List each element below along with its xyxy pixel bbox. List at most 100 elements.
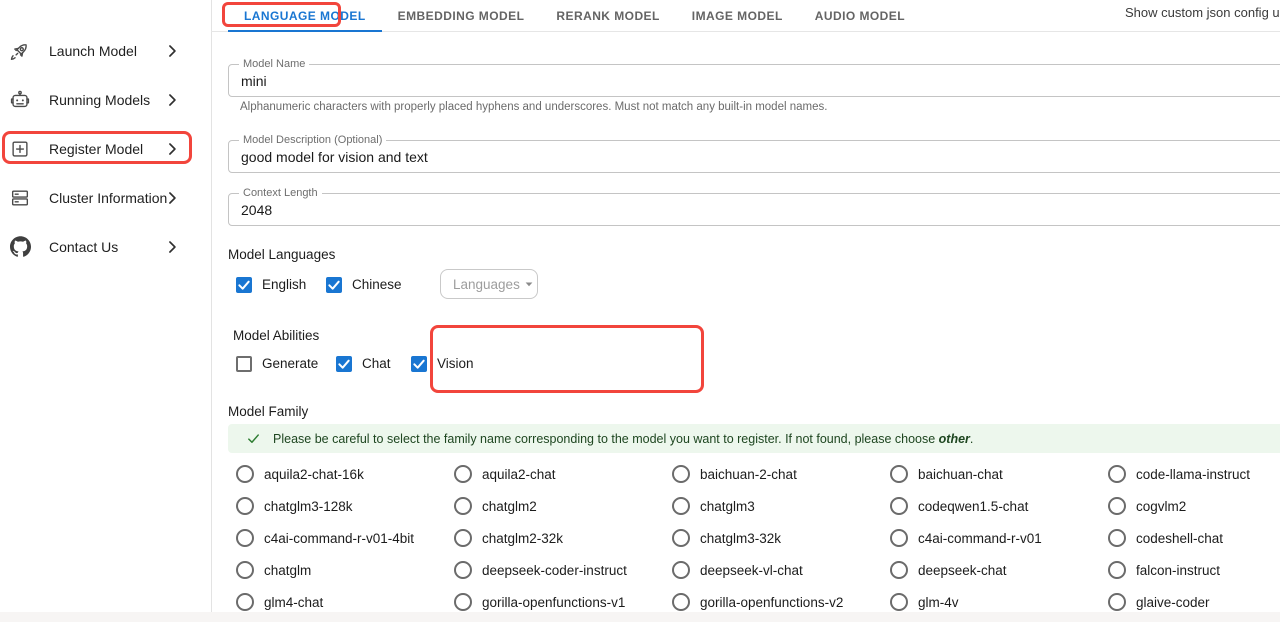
checkbox-label: Vision: [437, 356, 474, 371]
radio-button[interactable]: [672, 529, 690, 547]
radio-option[interactable]: c4ai-command-r-v01: [882, 522, 1100, 554]
checkbox-option[interactable]: Chat: [336, 356, 411, 372]
context-length-input[interactable]: Context Length 2048: [228, 193, 1280, 226]
context-length-label: Context Length: [239, 187, 322, 200]
radio-label: codeqwen1.5-chat: [918, 499, 1028, 514]
radio-label: c4ai-command-r-v01-4bit: [264, 531, 414, 546]
radio-label: chatglm2: [482, 499, 537, 514]
tab-embedding-model[interactable]: EMBEDDING MODEL: [382, 0, 541, 31]
radio-button[interactable]: [454, 465, 472, 483]
radio-button[interactable]: [236, 465, 254, 483]
radio-label: codeshell-chat: [1136, 531, 1223, 546]
radio-button[interactable]: [672, 561, 690, 579]
radio-option[interactable]: chatglm: [228, 554, 446, 586]
sidebar-item-label: Contact Us: [49, 239, 118, 255]
radio-option[interactable]: code-llama-instruct: [1100, 458, 1280, 490]
radio-option[interactable]: codeqwen1.5-chat: [882, 490, 1100, 522]
radio-button[interactable]: [672, 593, 690, 611]
radio-button[interactable]: [1108, 529, 1126, 547]
radio-button[interactable]: [454, 561, 472, 579]
radio-option[interactable]: chatglm3-128k: [228, 490, 446, 522]
radio-button[interactable]: [672, 465, 690, 483]
radio-button[interactable]: [454, 593, 472, 611]
show-json-config-label[interactable]: Show custom json config used b: [1125, 5, 1280, 20]
radio-button[interactable]: [1108, 497, 1126, 515]
checkbox-checked[interactable]: [326, 277, 342, 293]
radio-option[interactable]: chatglm2: [446, 490, 664, 522]
model-description-input[interactable]: Model Description (Optional) good model …: [228, 140, 1280, 173]
radio-button[interactable]: [236, 529, 254, 547]
server-icon: [9, 187, 31, 209]
radio-button[interactable]: [672, 497, 690, 515]
sidebar-item-register-model[interactable]: Register Model: [0, 124, 211, 173]
radio-option[interactable]: deepseek-chat: [882, 554, 1100, 586]
chevron-right-icon: [162, 139, 182, 159]
radio-option[interactable]: codeshell-chat: [1100, 522, 1280, 554]
radio-label: code-llama-instruct: [1136, 467, 1250, 482]
radio-button[interactable]: [890, 465, 908, 483]
tab-rerank-model[interactable]: RERANK MODEL: [540, 0, 675, 31]
model-abilities-group: GenerateChat Vision: [236, 349, 474, 378]
checkbox-unchecked[interactable]: [236, 356, 252, 372]
radio-option[interactable]: deepseek-vl-chat: [664, 554, 882, 586]
radio-button[interactable]: [454, 497, 472, 515]
radio-label: chatglm3-32k: [700, 531, 781, 546]
model-name-input[interactable]: Model Name mini: [228, 64, 1280, 97]
checkbox-checked[interactable]: [411, 356, 427, 372]
radio-option[interactable]: c4ai-command-r-v01-4bit: [228, 522, 446, 554]
radio-button[interactable]: [236, 561, 254, 579]
tab-bar: LANGUAGE MODEL EMBEDDING MODEL RERANK MO…: [211, 0, 1280, 32]
radio-button[interactable]: [236, 497, 254, 515]
model-name-label: Model Name: [239, 58, 309, 71]
radio-label: c4ai-command-r-v01: [918, 531, 1042, 546]
github-icon: [9, 236, 31, 258]
checkbox-option[interactable]: Chinese: [326, 277, 415, 293]
rocket-icon: [9, 40, 31, 62]
radio-label: glm4-chat: [264, 595, 323, 610]
radio-option[interactable]: baichuan-chat: [882, 458, 1100, 490]
sidebar-item-running-models[interactable]: Running Models: [0, 75, 211, 124]
radio-option[interactable]: aquila2-chat-16k: [228, 458, 446, 490]
checkbox-option[interactable]: Vision: [411, 356, 474, 372]
checkbox-option[interactable]: English: [236, 277, 326, 293]
sidebar-item-contact-us[interactable]: Contact Us: [0, 222, 211, 271]
model-languages-group: English Chinese Languages: [236, 270, 936, 299]
radio-option[interactable]: deepseek-coder-instruct: [446, 554, 664, 586]
checkbox-label: English: [262, 277, 306, 292]
radio-option[interactable]: chatglm3-32k: [664, 522, 882, 554]
check-icon: [246, 431, 261, 446]
radio-label: glaive-coder: [1136, 595, 1210, 610]
radio-option[interactable]: chatglm2-32k: [446, 522, 664, 554]
radio-button[interactable]: [890, 593, 908, 611]
radio-button[interactable]: [890, 497, 908, 515]
radio-option[interactable]: falcon-instruct: [1100, 554, 1280, 586]
tab-image-model[interactable]: IMAGE MODEL: [676, 0, 799, 31]
checkbox-option[interactable]: Generate: [236, 356, 336, 372]
radio-option[interactable]: chatglm3: [664, 490, 882, 522]
radio-label: aquila2-chat-16k: [264, 467, 364, 482]
tab-audio-model[interactable]: AUDIO MODEL: [799, 0, 921, 31]
checkbox-checked[interactable]: [236, 277, 252, 293]
tab-language-model[interactable]: LANGUAGE MODEL: [228, 0, 382, 31]
radio-button[interactable]: [1108, 593, 1126, 611]
languages-select[interactable]: Languages: [440, 269, 538, 299]
radio-option[interactable]: baichuan-2-chat: [664, 458, 882, 490]
model-family-options: aquila2-chat-16k aquila2-chatbaichuan-2-c…: [228, 458, 1280, 618]
radio-button[interactable]: [890, 561, 908, 579]
radio-button[interactable]: [1108, 465, 1126, 483]
radio-label: deepseek-chat: [918, 563, 1007, 578]
checkbox-checked[interactable]: [336, 356, 352, 372]
model-abilities-label: Model Abilities: [233, 328, 319, 343]
radio-option[interactable]: cogvlm2: [1100, 490, 1280, 522]
sidebar-item-launch-model[interactable]: Launch Model: [0, 26, 211, 75]
radio-button[interactable]: [236, 593, 254, 611]
sidebar-item-label: Cluster Information: [49, 190, 167, 206]
sidebar-item-label: Running Models: [49, 92, 150, 108]
radio-option[interactable]: aquila2-chat: [446, 458, 664, 490]
chevron-right-icon: [162, 188, 182, 208]
sidebar-item-cluster-information[interactable]: Cluster Information: [0, 173, 211, 222]
radio-button[interactable]: [890, 529, 908, 547]
checkbox-label: Chinese: [352, 277, 402, 292]
radio-button[interactable]: [1108, 561, 1126, 579]
radio-button[interactable]: [454, 529, 472, 547]
